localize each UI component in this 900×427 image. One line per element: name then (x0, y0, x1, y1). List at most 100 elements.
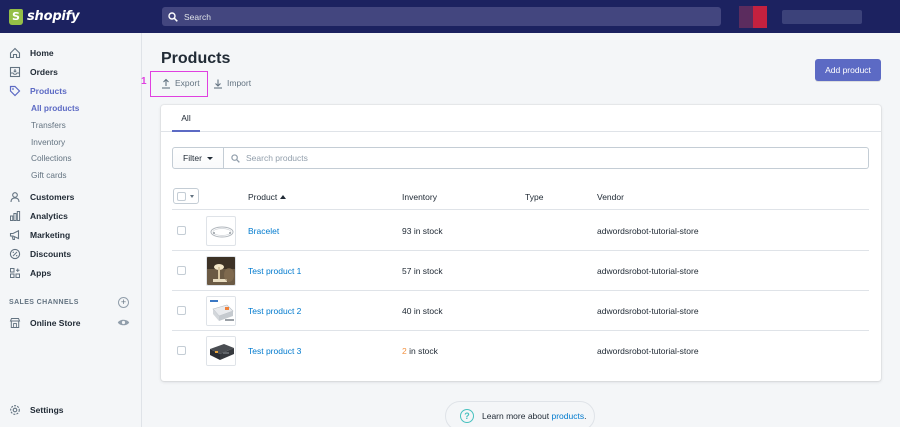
learn-prefix: Learn more about (482, 411, 552, 421)
column-header-type[interactable]: Type (525, 192, 543, 202)
product-name-link[interactable]: Test product 2 (248, 306, 301, 316)
export-label: Export (175, 78, 200, 88)
vendor-cell: adwordsrobot-tutorial-store (597, 346, 699, 356)
sidebar-item-label: Analytics (30, 211, 68, 221)
discount-icon (9, 248, 21, 260)
sidebar-item-label: Discounts (30, 249, 72, 259)
bar-chart-icon (9, 210, 21, 222)
vendor-cell: adwordsrobot-tutorial-store (597, 306, 699, 316)
inventory-suffix: in stock (411, 266, 443, 276)
sidebar-item-orders[interactable]: Orders (9, 64, 58, 80)
tag-icon (9, 85, 21, 97)
sort-ascending-icon (280, 195, 287, 199)
sidebar-item-customers[interactable]: Customers (9, 189, 74, 205)
row-checkbox[interactable] (177, 306, 186, 315)
person-icon (9, 191, 21, 203)
column-header-vendor[interactable]: Vendor (597, 192, 624, 202)
import-label: Import (227, 78, 252, 88)
vendor-cell: adwordsrobot-tutorial-store (597, 266, 699, 276)
tab-bar: All (161, 105, 881, 132)
products-card: All Filter Search products Product Inven… (161, 105, 881, 381)
row-checkbox[interactable] (177, 346, 186, 355)
learn-more-products-link[interactable]: products (551, 411, 584, 421)
table-row[interactable]: Test product 1 57 in stock adwordsrobot-… (172, 251, 869, 291)
sidebar-subitem-inventory[interactable]: Inventory (31, 136, 65, 148)
sidebar-item-online-store[interactable]: Online Store (9, 315, 81, 331)
apps-icon (9, 267, 21, 279)
step-marker: 1 (141, 76, 147, 87)
sidebar-item-label: Online Store (30, 318, 81, 328)
inventory-suffix: in stock (411, 226, 443, 236)
sidebar-subitem-collections[interactable]: Collections (31, 152, 72, 164)
import-button[interactable]: Import (213, 76, 251, 90)
account-menu[interactable] (739, 5, 869, 29)
sidebar-item-settings[interactable]: Settings (9, 402, 64, 418)
add-product-button[interactable]: Add product (815, 59, 881, 81)
gear-icon (9, 404, 21, 416)
inventory-cell: 2 in stock (402, 346, 438, 356)
row-checkbox[interactable] (177, 266, 186, 275)
product-thumbnail-bracelet[interactable] (206, 216, 236, 246)
sidebar-subitem-transfers[interactable]: Transfers (31, 119, 66, 131)
sales-channels-heading: SALES CHANNELS (9, 299, 79, 306)
table-row[interactable]: Bracelet 93 in stock adwordsrobot-tutori… (172, 211, 869, 251)
view-store-eye-icon[interactable] (117, 318, 130, 327)
sidebar-item-analytics[interactable]: Analytics (9, 208, 68, 224)
sidebar-item-label: Products (30, 86, 67, 96)
avatar (739, 6, 753, 28)
table-row[interactable]: Test product 3 2 in stock adwordsrobot-t… (172, 331, 869, 371)
global-search-input[interactable]: Search (162, 7, 721, 26)
product-name-link[interactable]: Test product 3 (248, 346, 301, 356)
inventory-cell: 40 in stock (402, 306, 443, 316)
product-name-link[interactable]: Test product 1 (248, 266, 301, 276)
product-thumbnail-test-product-2[interactable] (206, 296, 236, 326)
chevron-down-icon (206, 156, 213, 160)
column-header-inventory[interactable]: Inventory (402, 192, 437, 202)
sidebar-item-products[interactable]: Products (9, 83, 67, 99)
inventory-cell: 93 in stock (402, 226, 443, 236)
import-icon (214, 79, 222, 89)
product-name-link[interactable]: Bracelet (248, 226, 279, 236)
page-title: Products (161, 50, 231, 67)
sidebar: Home Orders Products All products Transf… (0, 33, 142, 427)
export-icon (162, 78, 170, 89)
add-sales-channel-button[interactable]: + (118, 297, 129, 308)
checkbox (177, 191, 186, 201)
learn-more-text: Learn more about products. (482, 411, 586, 421)
learn-more-banner: ? Learn more about products. (445, 401, 595, 427)
megaphone-icon (9, 229, 21, 241)
store-name-redacted (782, 10, 862, 24)
search-placeholder: Search products (246, 153, 308, 163)
sidebar-item-marketing[interactable]: Marketing (9, 227, 70, 243)
tab-all[interactable]: All (172, 105, 200, 132)
column-header-product[interactable]: Product (248, 192, 287, 202)
select-all-checkbox[interactable] (173, 188, 199, 204)
product-thumbnail-test-product-1[interactable] (206, 256, 236, 286)
vendor-cell: adwordsrobot-tutorial-store (597, 226, 699, 236)
filter-button[interactable]: Filter (172, 147, 224, 169)
filter-label: Filter (183, 153, 202, 163)
brand-name: shopify (27, 9, 80, 24)
table-row[interactable]: Test product 2 40 in stock adwordsrobot-… (172, 291, 869, 331)
row-checkbox[interactable] (177, 226, 186, 235)
column-header-label: Product (248, 192, 278, 202)
inventory-cell: 57 in stock (402, 266, 443, 276)
sidebar-item-home[interactable]: Home (9, 45, 54, 61)
product-thumbnail-test-product-3[interactable] (206, 336, 236, 366)
export-button[interactable]: Export (161, 76, 200, 90)
orders-icon (9, 66, 21, 78)
sidebar-subitem-all-products[interactable]: All products (31, 102, 79, 114)
product-search-input[interactable]: Search products (224, 147, 869, 169)
sidebar-item-label: Orders (30, 67, 58, 77)
sidebar-item-discounts[interactable]: Discounts (9, 246, 71, 262)
sidebar-item-label: Home (30, 48, 54, 58)
home-icon (9, 47, 21, 59)
search-icon (231, 153, 240, 163)
sidebar-subitem-gift-cards[interactable]: Gift cards (31, 169, 67, 181)
inventory-suffix: in stock (406, 346, 438, 356)
shopify-bag-icon (9, 8, 23, 25)
shopify-logo[interactable]: shopify (0, 0, 142, 33)
sidebar-item-apps[interactable]: Apps (9, 265, 51, 281)
plus-icon: + (120, 297, 127, 307)
help-icon: ? (460, 409, 474, 423)
